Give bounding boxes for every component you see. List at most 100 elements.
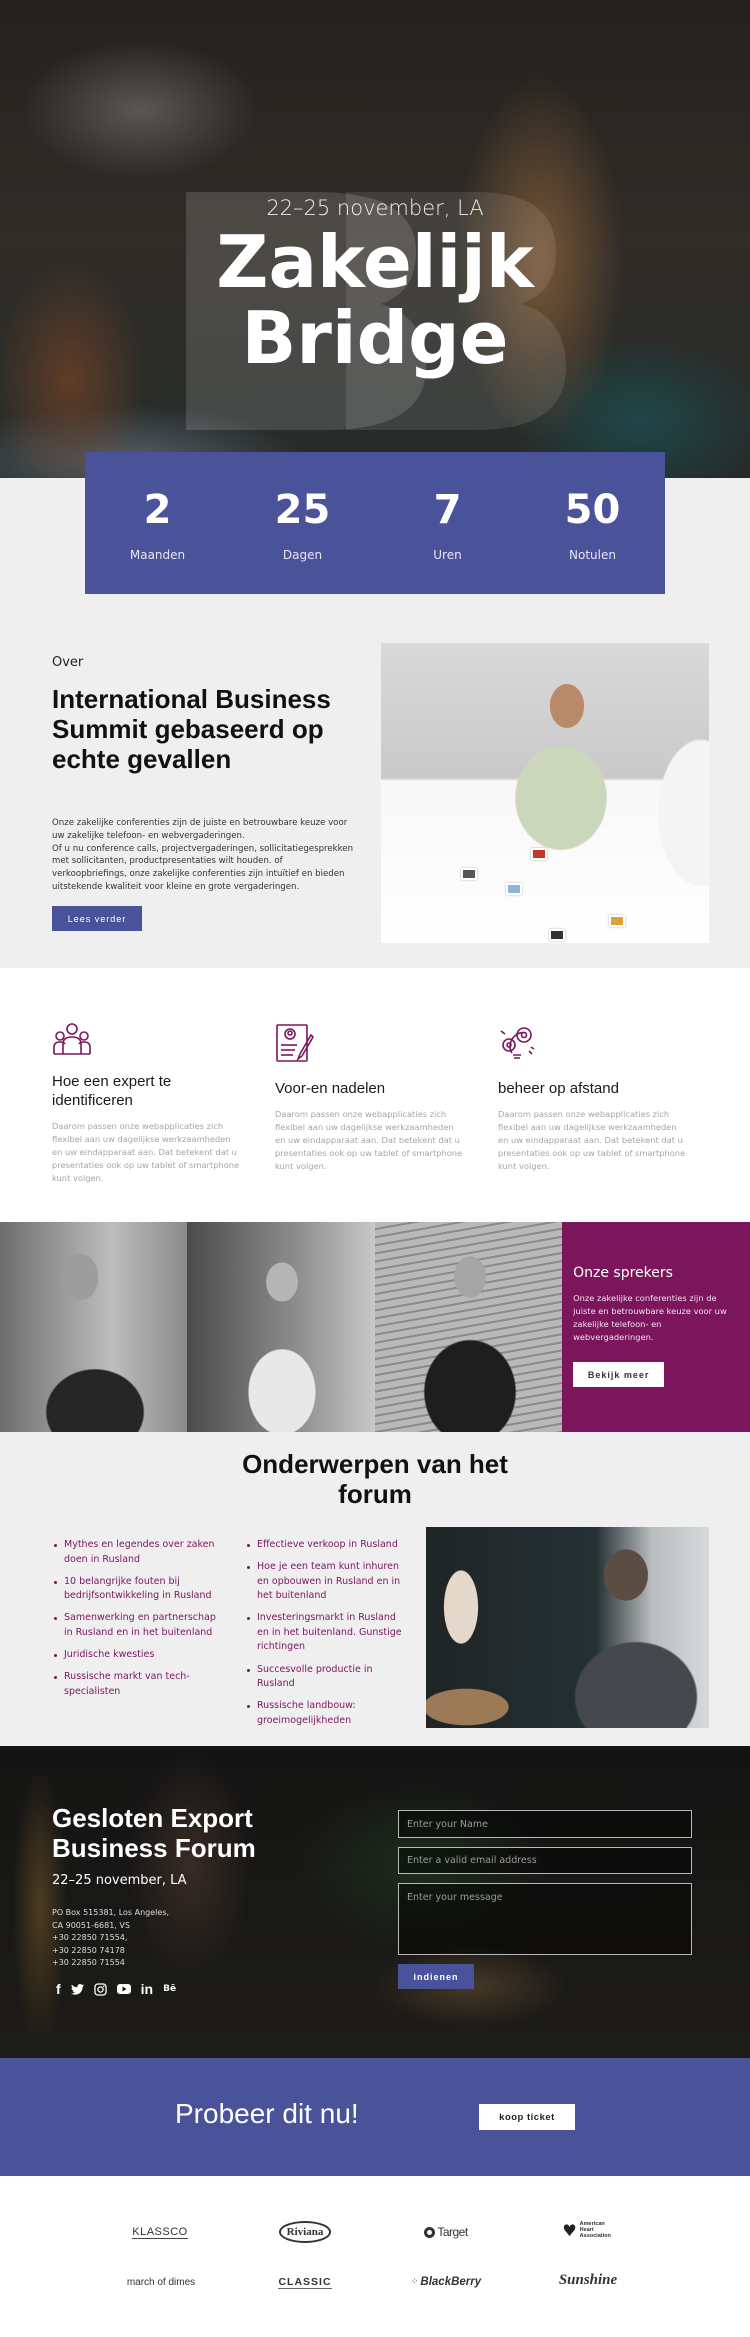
logo-sunshine: Sunshine (553, 2260, 623, 2300)
countdown-value: 50 (564, 487, 621, 533)
topic-item: Juridische kwesties (52, 1648, 222, 1663)
photo-card (461, 868, 477, 880)
topics-list-right: Effectieve verkoop in Rusland Hoe je een… (245, 1538, 410, 1736)
logo-classic: CLASSIC (276, 2262, 334, 2302)
contact-date: 22–25 november, LA (52, 1873, 187, 1888)
speaker-photo (374, 1222, 563, 1432)
topics-photo (426, 1527, 709, 1728)
feature-remote-management: beheer op afstand Daarom passen onze web… (498, 1023, 688, 1173)
topic-item: Effectieve verkoop in Rusland (245, 1538, 410, 1553)
countdown-label: Dagen (282, 548, 323, 562)
speakers-section: Onze sprekers Onze zakelijke conferentie… (0, 1222, 750, 1432)
linkedin-icon[interactable]: in (141, 1981, 153, 1997)
address-line: PO Box 515381, Los Angeles, (52, 1908, 170, 1917)
phone-line: +30 22850 74178 (52, 1945, 125, 1955)
logo-american-heart-association: ♥ American Heart Association (555, 2210, 621, 2250)
feature-text: Daarom passen onze webapplicaties zich f… (275, 1109, 463, 1171)
instagram-icon[interactable] (93, 1982, 107, 1996)
speaker-photo (187, 1222, 375, 1432)
topics-list-left: Mythes en legendes over zaken doen in Ru… (52, 1538, 222, 1707)
logo-text: BlackBerry (420, 2276, 482, 2288)
countdown-value: 25 (274, 487, 331, 533)
about-photo (381, 643, 709, 943)
hero-title: Zakelijk Bridge (0, 224, 750, 376)
contact-title-line2: Business Forum (52, 1833, 256, 1863)
message-input[interactable] (398, 1883, 692, 1955)
about-text: Onze zakelijke conferenties zijn de juis… (52, 817, 357, 894)
countdown-label: Maanden (129, 548, 186, 562)
logo-text: CLASSIC (278, 2275, 332, 2289)
photo-card (531, 848, 547, 860)
phone-line: +30 22850 71554, (52, 1933, 128, 1942)
topics-title: Onderwerpen van het forum (0, 1449, 750, 1509)
logo-blackberry: ⁘ BlackBerry (408, 2262, 484, 2302)
logo-target: Target (418, 2212, 474, 2252)
feature-text: Daarom passen onze webapplicaties zich f… (498, 1109, 686, 1171)
phone-line: +30 22850 71554 (52, 1958, 125, 1967)
about-kicker: Over (52, 655, 84, 670)
team-icon (53, 1023, 91, 1055)
countdown-hours: 7 Uren (375, 452, 520, 594)
photo-card (549, 929, 565, 941)
twitter-icon[interactable] (70, 1982, 84, 1996)
cta-section (0, 2058, 750, 2176)
feature-expert: Hoe een expert te identificeren Daarom p… (52, 1020, 242, 1185)
feature-pros-cons: Voor-en nadelen Daarom passen onze webap… (275, 1023, 465, 1173)
countdown-label: Notulen (569, 548, 616, 562)
logo-text: KLASSCO (132, 2225, 188, 2239)
topic-item: Russische markt van tech-specialisten (52, 1670, 222, 1699)
topic-item: Mythes en legendes over zaken doen in Ru… (52, 1538, 222, 1567)
hero-section: 22–25 november, LA Zakelijk Bridge (0, 0, 750, 478)
speakers-title: Onze sprekers (573, 1265, 673, 1281)
logo-riviana: Riviana (278, 2212, 332, 2252)
topic-item: Hoe je een team kunt inhuren en opbouwen… (245, 1560, 410, 1604)
speakers-text: Onze zakelijke conferenties zijn de juis… (573, 1293, 727, 1342)
resume-pen-icon (276, 1024, 315, 1062)
feature-title: Voor-en nadelen (275, 1080, 386, 1097)
topic-item: 10 belangrijke fouten bij bedrijfsontwik… (52, 1575, 222, 1604)
logo-text: Target (437, 2225, 468, 2239)
logo-text: Riviana (278, 2221, 332, 2243)
countdown-label: Uren (433, 548, 462, 562)
hero-date: 22–25 november, LA (266, 196, 484, 220)
youtube-icon[interactable] (116, 1982, 131, 1996)
social-links: f in Bē (56, 1981, 176, 1997)
photo-card (506, 883, 522, 895)
logo-text: march of dimes (126, 2276, 196, 2288)
speakers-panel: Onze sprekers Onze zakelijke conferentie… (562, 1222, 750, 1432)
topics-title-line2: forum (338, 1479, 412, 1509)
about-text-paragraph: Of u nu conference calls, projectvergade… (52, 843, 354, 892)
submit-button[interactable]: indienen (398, 1964, 474, 1989)
feature-title: Hoe een expert te identificeren (52, 1073, 172, 1109)
blackberry-icon: ⁘ (410, 2277, 419, 2287)
read-more-button[interactable]: Lees verder (52, 906, 142, 931)
topic-item: Investeringsmarkt in Rusland en in het b… (245, 1611, 410, 1655)
cta-text: Probeer dit nu! (175, 2098, 359, 2129)
about-text-paragraph: Onze zakelijke conferenties zijn de juis… (52, 818, 348, 841)
speaker-photo (0, 1222, 188, 1432)
countdown-months: 2 Maanden (85, 452, 230, 594)
contact-title: Gesloten Export Business Forum (52, 1803, 256, 1863)
topics-title-line1: Onderwerpen van het (242, 1449, 508, 1479)
logo-klassco: KLASSCO (130, 2212, 190, 2252)
photo-card (609, 915, 625, 927)
feature-title: beheer op afstand (498, 1080, 619, 1097)
countdown-value: 2 (143, 487, 172, 533)
lightbulb-gears-icon (500, 1027, 535, 1059)
name-input[interactable] (398, 1810, 692, 1838)
heart-icon: ♥ (562, 2220, 577, 2240)
buy-ticket-button[interactable]: koop ticket (479, 2104, 575, 2130)
hero-title-line2: Bridge (241, 296, 509, 380)
behance-icon[interactable]: Bē (163, 1982, 176, 1996)
facebook-icon[interactable]: f (56, 1981, 61, 1997)
target-icon (424, 2226, 436, 2238)
logo-text: Sunshine (558, 2271, 618, 2288)
view-more-button[interactable]: Bekijk meer (573, 1362, 665, 1387)
address-line: CA 90051-6681, VS (52, 1920, 130, 1930)
countdown-minutes: 50 Notulen (520, 452, 665, 594)
countdown-value: 7 (433, 487, 462, 533)
feature-text: Daarom passen onze webapplicaties zich f… (52, 1121, 240, 1183)
countdown-panel: 2 Maanden 25 Dagen 7 Uren 50 Notulen (85, 452, 665, 594)
topic-item: Russische landbouw: groeimogelijkheden (245, 1699, 410, 1728)
email-input[interactable] (398, 1847, 692, 1874)
